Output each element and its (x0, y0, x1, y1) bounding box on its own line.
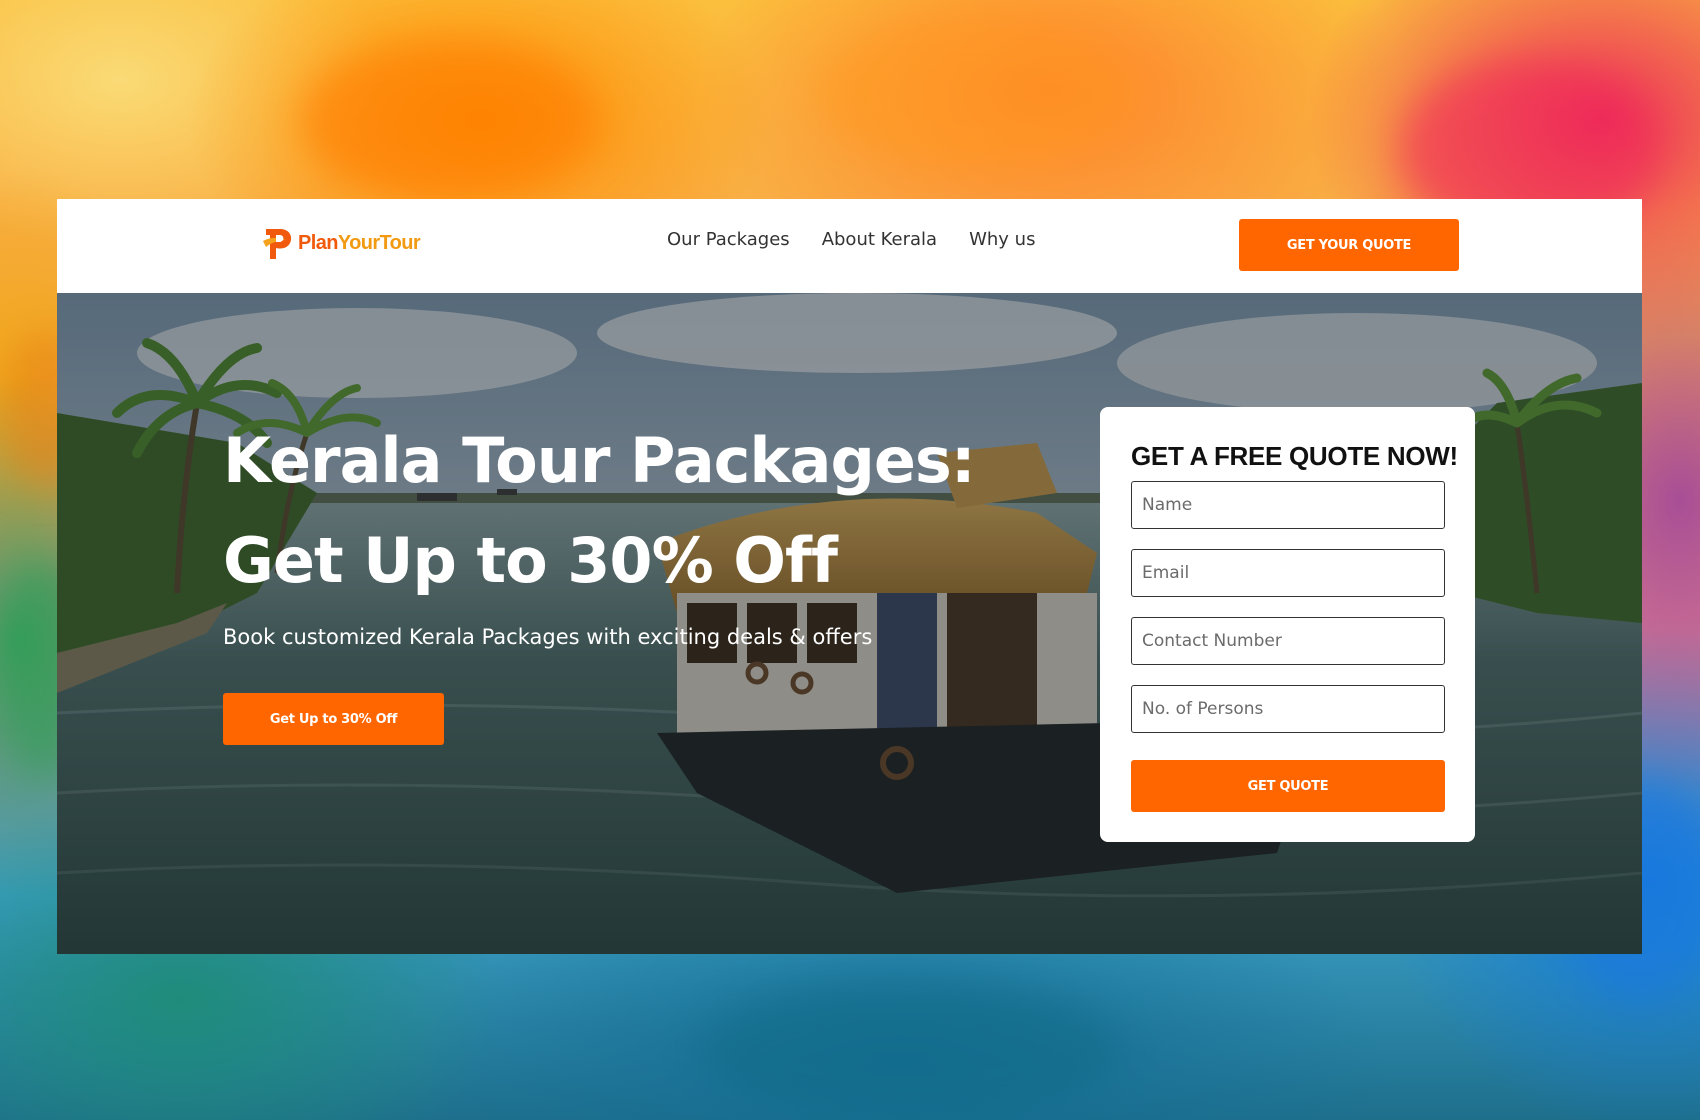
nav-link-why-us[interactable]: Why us (969, 229, 1035, 250)
hero-offer-button[interactable]: Get Up to 30% Off (223, 693, 444, 745)
get-your-quote-button[interactable]: GET YOUR QUOTE (1239, 219, 1459, 271)
persons-count-field[interactable] (1131, 685, 1445, 733)
main-nav: Our Packages About Kerala Why us (667, 229, 1035, 250)
get-quote-submit-button[interactable]: GET QUOTE (1131, 760, 1445, 812)
quote-form-card: GET A FREE QUOTE NOW! GET QUOTE (1100, 407, 1475, 842)
navbar: PlanYourTour Our Packages About Kerala W… (57, 199, 1642, 293)
website-frame: PlanYourTour Our Packages About Kerala W… (57, 199, 1642, 954)
watercolor-blot (820, 20, 1140, 170)
name-field[interactable] (1131, 481, 1445, 529)
hero-title: Kerala Tour Packages: Get Up to 30% Off (223, 411, 1083, 611)
email-field[interactable] (1131, 549, 1445, 597)
watercolor-blot (700, 980, 1120, 1120)
watercolor-blot (300, 40, 600, 200)
nav-link-our-packages[interactable]: Our Packages (667, 229, 790, 250)
quote-form-heading: GET A FREE QUOTE NOW! (1131, 441, 1458, 471)
hero-title-line2: Get Up to 30% Off (223, 524, 838, 597)
hero-subtitle: Book customized Kerala Packages with exc… (223, 625, 873, 649)
plan-your-tour-logo-icon (263, 229, 292, 259)
hero-title-line1: Kerala Tour Packages: (223, 424, 976, 497)
contact-number-field[interactable] (1131, 617, 1445, 665)
brand-name: PlanYourTour (298, 231, 421, 255)
brand-logo[interactable]: PlanYourTour (260, 223, 421, 263)
hero-section: Kerala Tour Packages: Get Up to 30% Off … (57, 293, 1642, 954)
brand-name-part2: YourTour (337, 231, 421, 254)
nav-link-about-kerala[interactable]: About Kerala (822, 229, 937, 250)
brand-name-part1: Plan (298, 231, 338, 254)
